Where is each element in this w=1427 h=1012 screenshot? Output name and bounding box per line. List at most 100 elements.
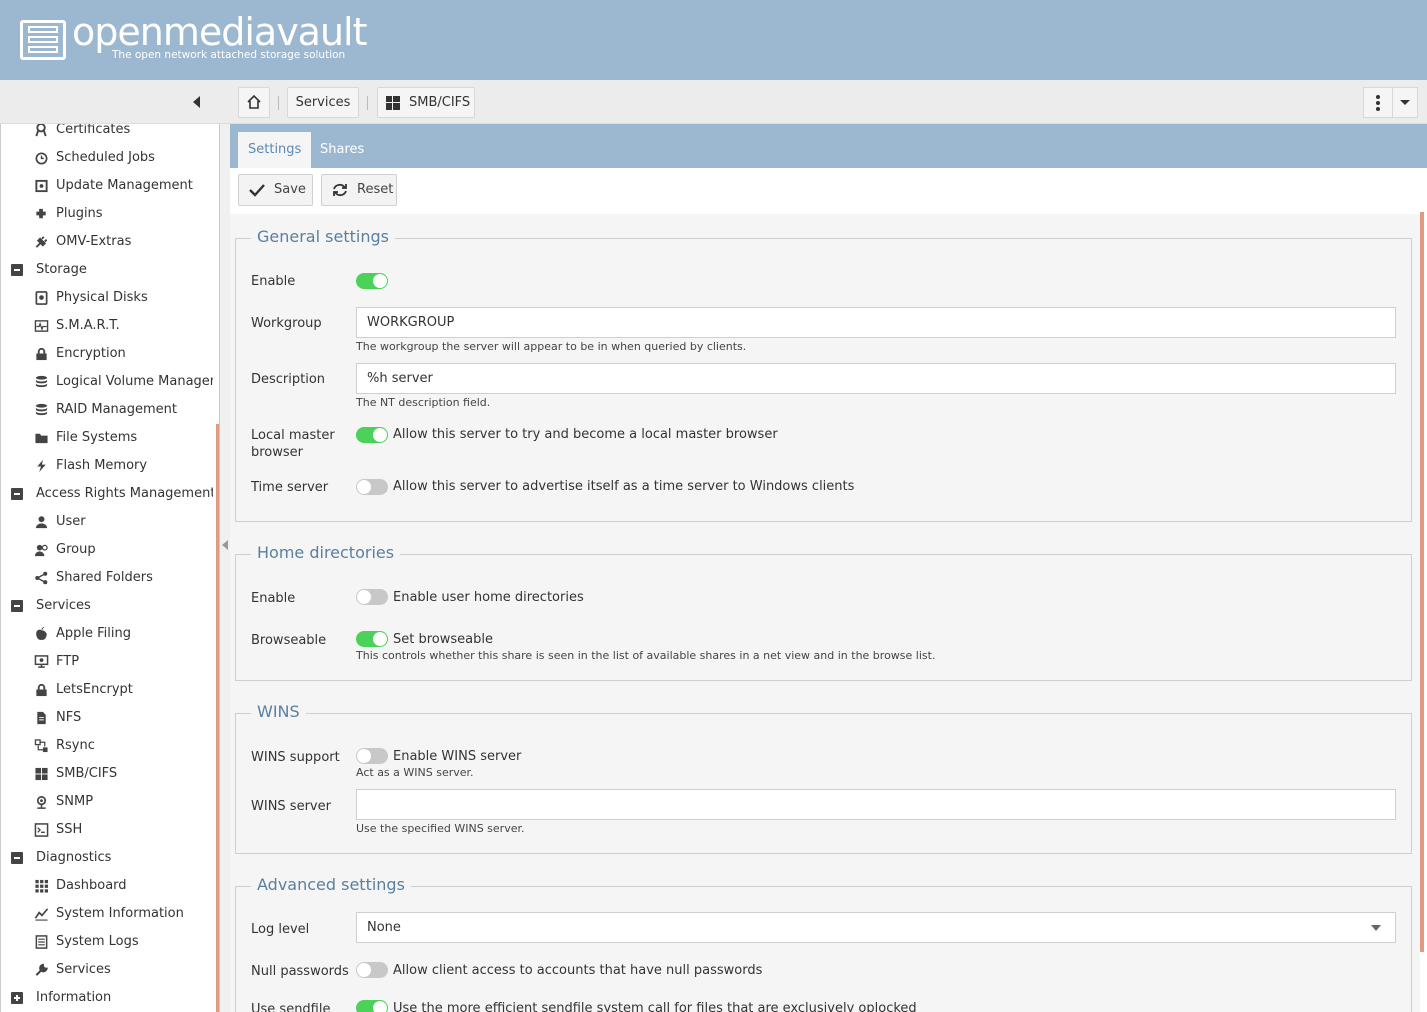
sidebar-item-diagnostics[interactable]: Diagnostics xyxy=(1,844,213,872)
description-label: Description xyxy=(251,372,326,387)
sidebar-item-ssh[interactable]: SSH xyxy=(1,816,213,844)
sidebar-item-rsync[interactable]: Rsync xyxy=(1,732,213,760)
apple-icon xyxy=(36,627,47,640)
sidebar-item-dashboard[interactable]: Dashboard xyxy=(1,872,213,900)
sidebar-item-logical-volume-managem[interactable]: Logical Volume Managem xyxy=(1,368,213,396)
sidebar-item-storage[interactable]: Storage xyxy=(1,256,213,284)
breadcrumb-smb[interactable]: SMB/CIFS xyxy=(377,87,475,118)
description-input[interactable]: %h server xyxy=(356,363,1396,394)
sidebar-item-file-systems[interactable]: File Systems xyxy=(1,424,213,452)
sendfile-toggle[interactable] xyxy=(356,1000,388,1012)
sidebar-item-label: Information xyxy=(36,990,112,1005)
splitter[interactable] xyxy=(220,124,230,1012)
refresh-icon xyxy=(333,183,347,197)
null-passwords-text: Allow client access to accounts that hav… xyxy=(393,963,763,978)
alarm-clock-icon xyxy=(35,152,48,165)
wins-support-text: Enable WINS server xyxy=(393,749,522,764)
sidebar-item-smb-cifs[interactable]: SMB/CIFS xyxy=(1,760,213,788)
home-directories-section: Home directories Enable Enable user home… xyxy=(235,543,1412,681)
sidebar-item-update-management[interactable]: Update Management xyxy=(1,172,213,200)
local-master-toggle[interactable] xyxy=(356,427,388,443)
group-icon xyxy=(34,544,48,557)
wins-title: WINS xyxy=(251,702,306,721)
collapse-icon[interactable] xyxy=(11,488,23,500)
null-passwords-toggle[interactable] xyxy=(356,962,388,978)
sidebar-item-access-rights-management[interactable]: Access Rights Management xyxy=(1,480,213,508)
sidebar-item-label: Plugins xyxy=(56,206,103,221)
save-button[interactable]: Save xyxy=(238,174,313,206)
kebab-icon xyxy=(1376,95,1380,111)
local-master-label: Local master browser xyxy=(251,428,335,460)
sidebar-item-system-logs[interactable]: System Logs xyxy=(1,928,213,956)
user-icon xyxy=(35,516,48,529)
wins-server-input[interactable] xyxy=(356,789,1396,820)
sidebar-item-services[interactable]: Services xyxy=(1,592,213,620)
general-settings-section: General settings Enable Workgroup WORKGR… xyxy=(235,227,1412,522)
home-enable-label: Enable xyxy=(251,591,296,606)
sidebar-item-label: Certificates xyxy=(56,124,131,137)
chart-line-icon xyxy=(34,908,49,921)
windows-icon xyxy=(386,96,400,110)
save-label: Save xyxy=(274,182,306,197)
sidebar-item-nfs[interactable]: NFS xyxy=(1,704,213,732)
log-level-select[interactable]: None xyxy=(356,912,1396,943)
plug-icon xyxy=(35,236,48,248)
sidebar-item-omv-extras[interactable]: OMV-Extras xyxy=(1,228,213,256)
rsync-icon xyxy=(34,739,48,753)
sidebar-item-group[interactable]: Group xyxy=(1,536,213,564)
sidebar-item-information[interactable]: Information xyxy=(1,984,213,1012)
sidebar-nav: Certificates Scheduled Jobs Update Managem… xyxy=(0,124,220,1012)
time-server-toggle[interactable] xyxy=(356,479,388,495)
collapse-icon[interactable] xyxy=(11,600,23,612)
tab-shares[interactable]: Shares xyxy=(310,132,374,168)
enable-toggle[interactable] xyxy=(356,273,388,289)
sidebar-item-services[interactable]: Services xyxy=(1,956,213,984)
sidebar-item-s-m-a-r-t[interactable]: S.M.A.R.T. xyxy=(1,312,213,340)
sidebar-item-snmp[interactable]: SNMP xyxy=(1,788,213,816)
wins-support-toggle[interactable] xyxy=(356,748,388,764)
collapse-icon[interactable] xyxy=(11,264,23,276)
sidebar-item-ftp[interactable]: FTP xyxy=(1,648,213,676)
sidebar-item-flash-memory[interactable]: Flash Memory xyxy=(1,452,213,480)
sidebar-item-user[interactable]: User xyxy=(1,508,213,536)
reset-button[interactable]: Reset xyxy=(321,174,397,206)
workgroup-input[interactable]: WORKGROUP xyxy=(356,307,1396,338)
collapse-icon[interactable] xyxy=(11,852,23,864)
brand-tagline: The open network attached storage soluti… xyxy=(112,49,346,61)
browseable-hint: This controls whether this share is seen… xyxy=(356,649,936,662)
sidebar-item-raid-management[interactable]: RAID Management xyxy=(1,396,213,424)
splitter-collapse-icon[interactable] xyxy=(222,540,228,550)
sidebar-item-scheduled-jobs[interactable]: Scheduled Jobs xyxy=(1,144,213,172)
sidebar-item-certificates[interactable]: Certificates xyxy=(1,124,213,144)
lock-icon xyxy=(36,684,47,697)
expand-icon[interactable] xyxy=(11,992,23,1004)
advanced-settings-section: Advanced settings Log level None Null pa… xyxy=(235,875,1412,1012)
sidebar-item-encryption[interactable]: Encryption xyxy=(1,340,213,368)
database-icon xyxy=(35,403,48,416)
more-menu-button[interactable] xyxy=(1363,87,1393,118)
log-level-label: Log level xyxy=(251,922,310,937)
home-enable-toggle[interactable] xyxy=(356,589,388,605)
tab-settings[interactable]: Settings xyxy=(238,132,312,168)
sidebar-item-label: FTP xyxy=(56,654,80,669)
main-scrollbar[interactable] xyxy=(1420,212,1424,952)
sidebar-item-label: Encryption xyxy=(56,346,126,361)
settings-form: General settings Enable Workgroup WORKGR… xyxy=(230,214,1420,1012)
file-icon xyxy=(37,711,46,725)
sidebar-item-plugins[interactable]: Plugins xyxy=(1,200,213,228)
time-server-text: Allow this server to advertise itself as… xyxy=(393,479,855,494)
breadcrumb-home[interactable] xyxy=(238,87,270,118)
sidebar-item-system-information[interactable]: System Information xyxy=(1,900,213,928)
sidebar-item-letsencrypt[interactable]: LetsEncrypt xyxy=(1,676,213,704)
breadcrumb-services[interactable]: Services xyxy=(287,87,359,118)
sidebar-item-physical-disks[interactable]: Physical Disks xyxy=(1,284,213,312)
browseable-toggle[interactable] xyxy=(356,631,388,647)
sidebar-item-label: System Information xyxy=(56,906,184,921)
dropdown-button[interactable] xyxy=(1392,87,1418,118)
sidebar-item-apple-filing[interactable]: Apple Filing xyxy=(1,620,213,648)
local-master-text: Allow this server to try and become a lo… xyxy=(393,427,778,442)
sidebar-item-shared-folders[interactable]: Shared Folders xyxy=(1,564,213,592)
collapse-sidebar-icon[interactable] xyxy=(193,96,200,108)
flash-icon xyxy=(37,459,46,473)
brand-name: openmediavault xyxy=(72,10,368,54)
